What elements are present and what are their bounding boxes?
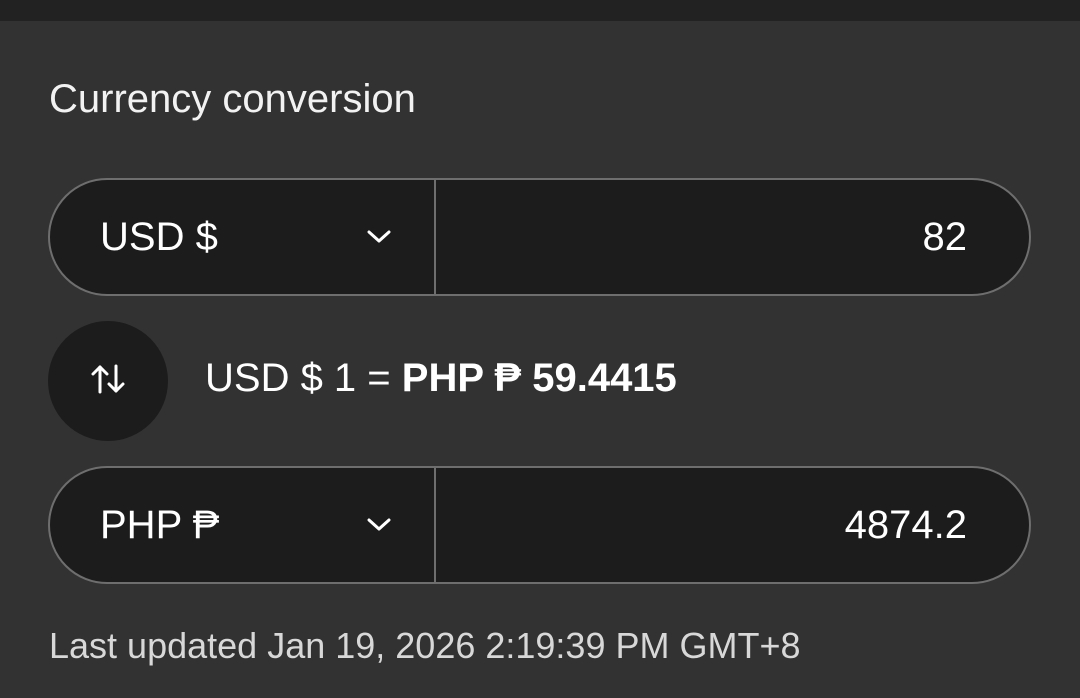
- swap-vertical-arrows-icon: [88, 359, 128, 404]
- section-title: Currency conversion: [49, 77, 416, 121]
- last-updated-timestamp: Jan 19, 2026 2:19:39 PM GMT+8: [267, 625, 801, 666]
- from-currency-label: USD $: [100, 214, 218, 259]
- last-updated-label: Last updated: [49, 625, 258, 666]
- from-amount-input[interactable]: 82: [436, 180, 1029, 294]
- last-updated-text: Last updated Jan 19, 2026 2:19:39 PM GMT+…: [49, 623, 801, 669]
- rate-to-value: PHP ₱ 59.4415: [401, 356, 677, 400]
- swap-currencies-button[interactable]: [48, 321, 168, 441]
- top-strip: [0, 0, 1080, 21]
- chevron-down-icon: [364, 515, 394, 535]
- to-currency-select[interactable]: PHP ₱: [50, 468, 436, 582]
- from-currency-row: USD $ 82: [48, 178, 1031, 296]
- rate-from-text: USD $ 1 =: [205, 356, 391, 400]
- chevron-down-icon: [364, 227, 394, 247]
- from-currency-select[interactable]: USD $: [50, 180, 436, 294]
- to-currency-row: PHP ₱ 4874.2: [48, 466, 1031, 584]
- to-amount-input[interactable]: 4874.2: [436, 468, 1029, 582]
- exchange-rate-text: USD $ 1 = PHP ₱ 59.4415: [205, 354, 677, 402]
- to-currency-label: PHP ₱: [100, 502, 220, 547]
